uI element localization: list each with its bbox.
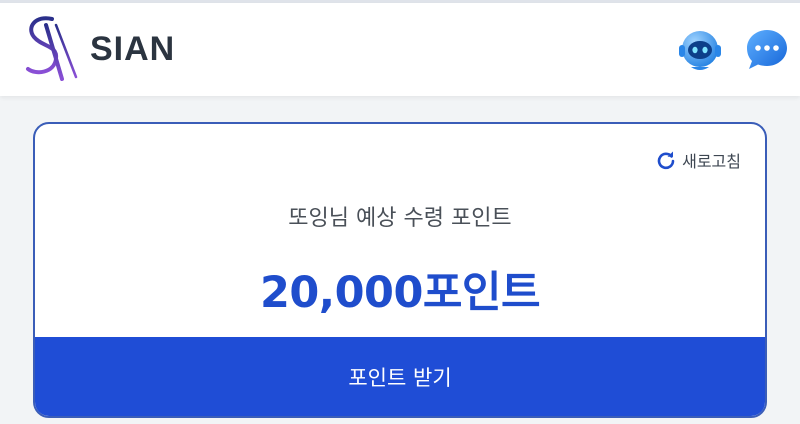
refresh-icon — [657, 151, 675, 170]
points-card: 새로고침 또잉님 예상 수령 포인트 20,000포인트 포인트 받기 — [33, 122, 767, 418]
sian-logo-mark — [26, 16, 82, 81]
refresh-button[interactable]: 새로고침 — [656, 148, 741, 172]
receive-points-button[interactable]: 포인트 받기 — [35, 337, 765, 416]
refresh-label: 새로고침 — [682, 154, 741, 171]
chat-button[interactable] — [744, 27, 790, 73]
robot-assistant-icon — [679, 31, 721, 70]
logo-text: SIAN — [90, 30, 176, 68]
chat-bubble-icon — [747, 30, 787, 69]
points-amount: 20,000포인트 — [259, 268, 541, 318]
sian-logo[interactable]: SIAN — [22, 15, 212, 83]
expected-points-title: 또잉님 예상 수령 포인트 — [288, 206, 512, 231]
app-header: SIAN — [0, 3, 800, 96]
robot-assistant-button[interactable] — [677, 27, 723, 73]
